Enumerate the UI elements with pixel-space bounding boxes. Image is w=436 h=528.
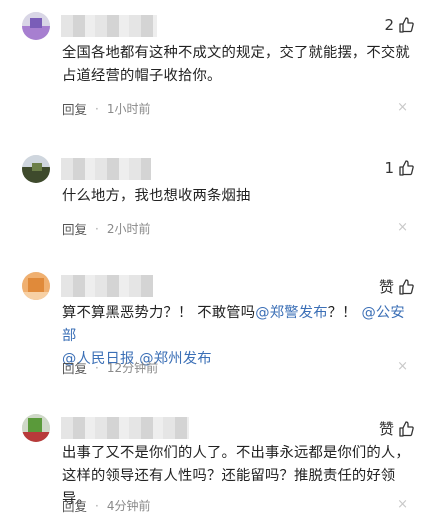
- like-button[interactable]: 赞: [379, 418, 414, 439]
- like-button[interactable]: 1: [384, 159, 414, 177]
- like-count: 1: [384, 159, 394, 177]
- comment-text-part: 算不算黑恶势力？！ 不敢管吗: [62, 305, 256, 321]
- username-blurred[interactable]: [61, 275, 153, 297]
- mention-link[interactable]: @郑警发布: [255, 305, 327, 321]
- comment-text: 什么地方，我也想收两条烟抽: [62, 188, 251, 204]
- comment-text: 全国各地都有这种不成文的规定，交了就能摆，不交就占道经营的帽子收拾你。: [62, 45, 410, 84]
- avatar[interactable]: [22, 12, 50, 40]
- comment-text-part: ？！: [327, 305, 362, 321]
- separator-dot: ·: [95, 101, 99, 116]
- reply-button[interactable]: 回复: [62, 99, 87, 118]
- like-count: 赞: [378, 278, 394, 296]
- thumb-up-icon: [399, 17, 414, 33]
- close-icon[interactable]: ×: [397, 359, 408, 374]
- avatar[interactable]: [22, 155, 50, 183]
- separator-dot: ·: [95, 360, 99, 375]
- reply-button[interactable]: 回复: [62, 219, 87, 238]
- username-blurred[interactable]: [61, 158, 151, 180]
- thumb-up-icon: [399, 420, 414, 437]
- avatar[interactable]: [22, 272, 50, 300]
- comment-time: 1小时前: [106, 102, 151, 116]
- comment-time: 4分钟前: [106, 499, 151, 513]
- like-count: 2: [384, 16, 394, 34]
- separator-dot: ·: [95, 498, 99, 513]
- username-blurred[interactable]: [61, 417, 189, 439]
- username-blurred[interactable]: [61, 15, 157, 37]
- like-button[interactable]: 2: [384, 16, 414, 34]
- reply-button[interactable]: 回复: [62, 358, 87, 377]
- reply-button[interactable]: 回复: [62, 496, 87, 515]
- thumb-up-icon: [399, 278, 414, 295]
- like-button[interactable]: 赞: [379, 276, 414, 297]
- close-icon[interactable]: ×: [397, 220, 408, 235]
- close-icon[interactable]: ×: [397, 100, 408, 115]
- close-icon[interactable]: ×: [397, 497, 408, 512]
- comment-time: 2小时前: [106, 222, 151, 236]
- avatar[interactable]: [22, 414, 50, 442]
- thumb-up-icon: [399, 160, 414, 176]
- separator-dot: ·: [95, 221, 99, 236]
- comment-time: 12分钟前: [106, 361, 159, 375]
- like-count: 赞: [378, 420, 394, 438]
